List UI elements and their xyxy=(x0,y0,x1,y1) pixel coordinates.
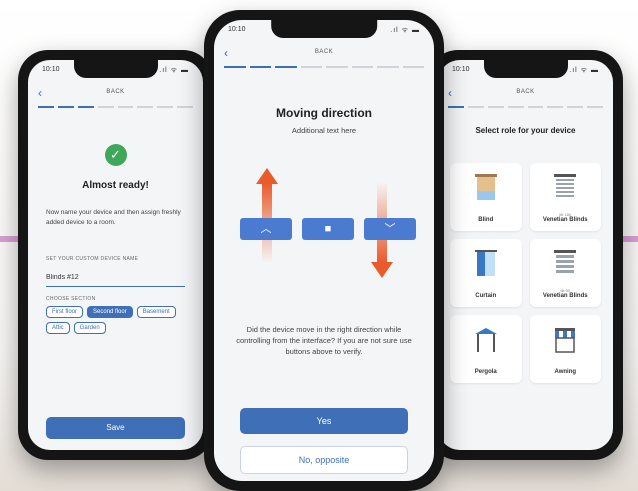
role-name: Venetian Blinds xyxy=(542,293,588,299)
status-bar: 10:10 .ıl ᯤ ▬ xyxy=(452,66,599,75)
role-name: Blind xyxy=(478,217,494,223)
progress-step xyxy=(177,106,193,108)
status-icons: .ıl ᯤ ▬ xyxy=(390,27,420,34)
success-check-icon: ✓ xyxy=(104,144,127,166)
section-chips: First floor Second floor Basement Attic … xyxy=(46,306,193,334)
arrow-up-icon xyxy=(256,168,278,184)
progress-step xyxy=(448,106,464,108)
device-name-input[interactable] xyxy=(46,268,185,287)
top-bar: ‹ BACK xyxy=(438,86,613,102)
screen: 10:10 .ıl ᯤ ▬ ‹ BACK Select role for you… xyxy=(438,60,613,450)
progress-bar xyxy=(448,106,603,108)
description: Now name your device and then assign fre… xyxy=(46,209,181,226)
status-time: 10:10 xyxy=(452,66,470,73)
progress-step xyxy=(527,106,544,108)
section-label: CHOOSE SECTION xyxy=(46,296,96,302)
page-title: Moving direction xyxy=(276,106,372,120)
role-name: Pergola xyxy=(474,369,497,375)
awning-icon xyxy=(555,328,576,353)
page-subtitle: Additional text here xyxy=(291,126,357,135)
page-title: Select role for your device xyxy=(475,126,576,135)
progress-step xyxy=(97,106,114,108)
progress-step xyxy=(249,66,271,68)
section-chip-second-floor[interactable]: Second floor xyxy=(87,306,133,318)
venetian-blinds-icon xyxy=(554,174,577,197)
status-icons: .ıl ᯤ ▬ xyxy=(159,67,189,74)
role-tile-awning[interactable]: Awning xyxy=(529,315,601,383)
progress-step xyxy=(326,66,348,68)
progress-step xyxy=(377,66,399,68)
progress-step xyxy=(38,106,54,108)
status-time: 10:10 xyxy=(42,66,60,73)
section-chip-basement[interactable]: Basement xyxy=(136,306,176,318)
progress-step xyxy=(57,106,74,108)
role-tile-venetian-180[interactable]: tilt 180 Venetian Blinds xyxy=(529,163,601,231)
role-name: Venetian Blinds xyxy=(542,217,588,223)
phone-select-role: 10:10 .ıl ᯤ ▬ ‹ BACK Select role for you… xyxy=(428,50,623,460)
direction-question: Did the device move in the right directi… xyxy=(236,325,412,356)
progress-step xyxy=(487,106,504,108)
phone-moving-direction: 10:10 .ıl ᯤ ▬ ‹ BACK Moving direction Ad… xyxy=(204,10,444,491)
page-title: Almost ready! xyxy=(82,180,149,191)
pergola-icon xyxy=(474,328,497,352)
top-bar: ‹ BACK xyxy=(28,86,203,102)
progress-step xyxy=(507,106,524,108)
role-tile-venetian-90[interactable]: tilt 90 Venetian Blinds xyxy=(529,239,601,307)
stop-button[interactable]: ■ xyxy=(302,218,354,240)
no-opposite-button[interactable]: No, opposite xyxy=(240,446,408,474)
progress-bar xyxy=(224,66,424,68)
section-chip-first-floor[interactable]: First floor xyxy=(46,306,84,318)
role-tile-blind[interactable]: Blind xyxy=(450,163,522,231)
section-chip-attic[interactable]: Attic xyxy=(46,322,70,334)
back-label[interactable]: BACK xyxy=(438,89,613,95)
progress-step xyxy=(467,106,484,108)
progress-bar xyxy=(38,106,193,108)
progress-step xyxy=(224,66,246,68)
role-tile-curtain[interactable]: Curtain xyxy=(450,239,522,307)
name-field-label: SET YOUR CUSTOM DEVICE NAME xyxy=(46,256,139,262)
yes-button[interactable]: Yes xyxy=(240,408,408,434)
back-label[interactable]: BACK xyxy=(28,89,203,95)
phone-name-device: 10:10 .ıl ᯤ ▬ ‹ BACK ✓ Almost ready! Now… xyxy=(18,50,213,460)
arrow-down-icon xyxy=(371,262,393,278)
curtain-icon xyxy=(474,250,497,276)
progress-step xyxy=(275,66,297,68)
progress-step xyxy=(402,66,424,68)
screen: 10:10 .ıl ᯤ ▬ ‹ BACK ✓ Almost ready! Now… xyxy=(28,60,203,450)
status-time: 10:10 xyxy=(228,26,246,33)
section-chip-garden[interactable]: Garden xyxy=(73,322,106,334)
move-down-button[interactable]: ﹀ xyxy=(364,218,416,240)
top-bar: ‹ BACK xyxy=(214,46,434,62)
status-icons: .ıl ᯤ ▬ xyxy=(569,67,599,74)
status-bar: 10:10 .ıl ᯤ ▬ xyxy=(228,26,420,35)
progress-step xyxy=(117,106,134,108)
screen: 10:10 .ıl ᯤ ▬ ‹ BACK Moving direction Ad… xyxy=(214,20,434,481)
progress-step xyxy=(300,66,322,68)
role-name: Awning xyxy=(554,369,577,375)
move-up-button[interactable]: ︿ xyxy=(240,218,292,240)
venetian-blinds-icon xyxy=(554,250,577,273)
progress-step xyxy=(137,106,154,108)
blind-icon xyxy=(474,174,497,200)
status-bar: 10:10 .ıl ᯤ ▬ xyxy=(42,66,189,75)
progress-step xyxy=(77,106,94,108)
role-name: Curtain xyxy=(475,293,497,299)
save-button[interactable]: Save xyxy=(46,417,185,439)
progress-step xyxy=(547,106,564,108)
progress-step xyxy=(587,106,603,108)
role-grid: Blind tilt 180 Venetian Blinds Curtain t… xyxy=(450,163,601,383)
progress-step xyxy=(567,106,584,108)
progress-step xyxy=(351,66,373,68)
role-tile-pergola[interactable]: Pergola xyxy=(450,315,522,383)
back-label[interactable]: BACK xyxy=(214,49,434,55)
progress-step xyxy=(157,106,174,108)
